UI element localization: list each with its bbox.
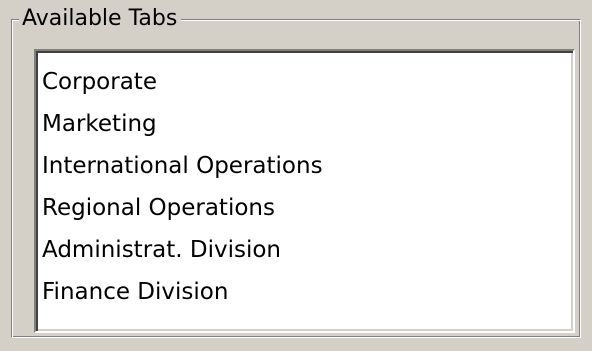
list-item-corporate[interactable]: Corporate xyxy=(42,61,573,103)
list-item-regional-operations[interactable]: Regional Operations xyxy=(42,187,573,229)
list-item-administrat-division[interactable]: Administrat. Division xyxy=(42,229,573,271)
list-item-international-operations[interactable]: International Operations xyxy=(42,145,573,187)
list-item-finance-division[interactable]: Finance Division xyxy=(42,271,573,313)
groupbox-title: Available Tabs xyxy=(19,5,182,33)
available-tabs-listbox[interactable]: Corporate Marketing International Operat… xyxy=(34,49,575,333)
list-item-marketing[interactable]: Marketing xyxy=(42,103,573,145)
